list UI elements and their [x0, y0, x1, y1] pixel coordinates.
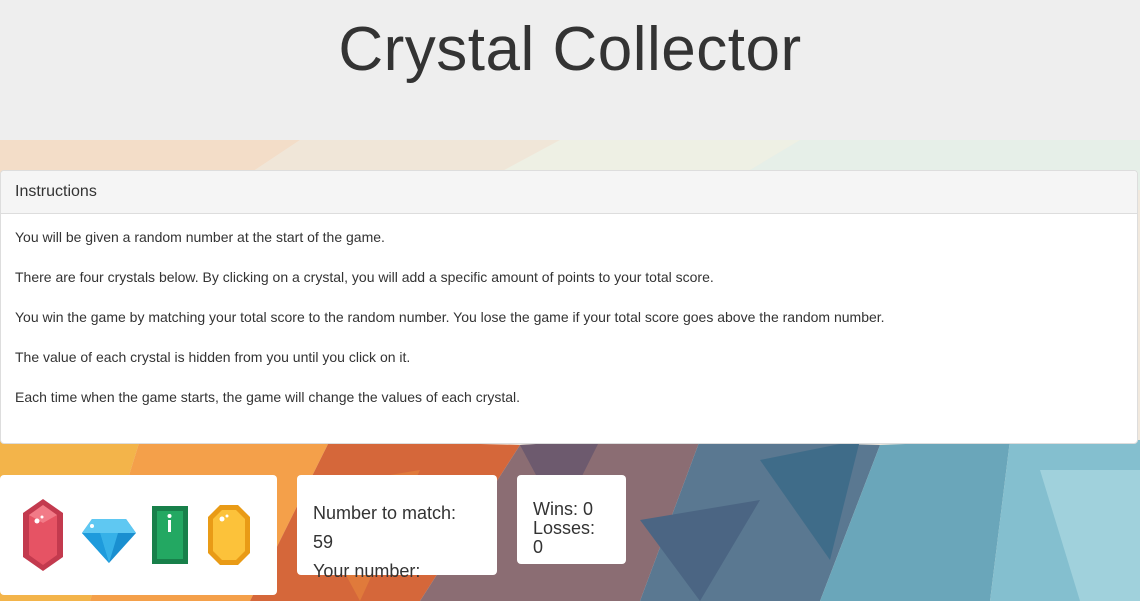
crystals-box — [0, 475, 277, 595]
blue-diamond-icon[interactable] — [82, 519, 136, 563]
instruction-paragraph: The value of each crystal is hidden from… — [15, 349, 411, 365]
score-box: Wins: 0 Losses: 0 — [517, 475, 626, 564]
page-title: Crystal Collector — [338, 15, 802, 84]
number-to-match-row: Number to match: 59 — [313, 499, 481, 557]
wins-value: 0 — [583, 499, 594, 519]
your-number-label: Your number: — [313, 561, 421, 581]
number-box: Number to match: 59 Your number: — [297, 475, 497, 581]
instruction-paragraph: Each time when the game starts, the game… — [15, 389, 521, 405]
green-crystal-icon[interactable] — [152, 506, 188, 564]
losses-label: Losses: — [533, 518, 596, 538]
number-to-match-label: Number to match: — [313, 503, 457, 523]
red-crystal-icon[interactable] — [23, 499, 63, 571]
yellow-crystal-icon[interactable] — [208, 505, 250, 565]
losses-row: Losses: 0 — [533, 519, 610, 557]
instruction-paragraph: You will be given a random number at the… — [15, 229, 385, 245]
number-to-match-value: 59 — [313, 532, 334, 552]
your-number-row: Your number: — [313, 557, 481, 586]
instruction-paragraph: There are four crystals below. By clicki… — [15, 269, 714, 285]
instructions-panel: Instructions You will be given a random … — [0, 170, 1138, 444]
instructions-body: You will be given a random number at the… — [1, 214, 1137, 404]
wins-label: Wins: — [533, 499, 578, 519]
instruction-paragraph: You win the game by matching your total … — [15, 309, 885, 325]
header: Crystal Collector — [0, 0, 1140, 140]
losses-value: 0 — [533, 537, 544, 557]
wins-row: Wins: 0 — [533, 500, 610, 519]
instructions-heading: Instructions — [1, 171, 1137, 214]
